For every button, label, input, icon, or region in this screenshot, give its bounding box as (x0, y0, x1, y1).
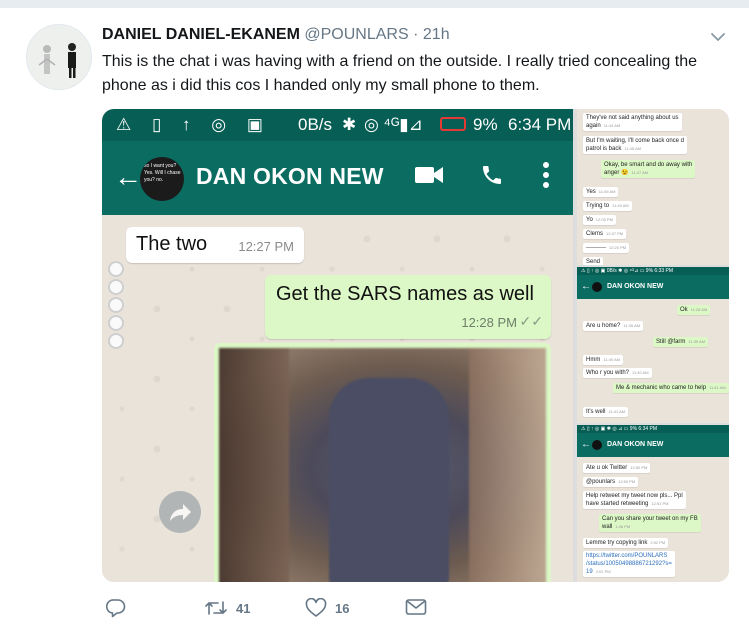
retweet-icon (204, 598, 228, 618)
list-item: Ate u ok Twitter 12:50 PM (583, 463, 651, 473)
list-item: Can you share your tweet on my FB wall 1:4… (599, 514, 701, 532)
status-clock: 6:34 PM (508, 115, 572, 134)
retweet-count: 41 (236, 600, 251, 616)
user-handle[interactable]: @POUNLARS (304, 26, 408, 43)
list-item: Who r you with? 11:40 AM (583, 368, 652, 378)
like-count: 16 (335, 600, 350, 616)
timeline-divider (0, 0, 749, 8)
list-item: Send (583, 257, 604, 265)
chevron-down-icon[interactable] (710, 30, 726, 44)
separator: · (413, 26, 419, 43)
list-item: They've not said anything about us again 1… (583, 113, 682, 131)
like-button[interactable]: 16 (305, 598, 349, 618)
list-item: Yo 12:05 PM (583, 215, 616, 225)
data-rate: 0B/s (298, 115, 333, 134)
list-item: Ok 11:28 AM (677, 305, 711, 315)
list-item: Help retweet my tweet now pls... Ppl have… (583, 491, 686, 509)
message-text: The two (136, 233, 208, 255)
video-call-icon[interactable] (415, 165, 443, 190)
envelope-icon (405, 598, 427, 616)
message-time: 12:27 PM (238, 239, 294, 254)
forward-icon[interactable] (159, 491, 201, 533)
list-item: @pounlars 12:50 PM (583, 477, 639, 487)
list-item: It's well 11:41 AM (583, 407, 629, 417)
contact-name: DAN OKON NEW (577, 275, 729, 299)
list-item[interactable]: https://twitter.com/POUNLARS/status/1005… (583, 551, 675, 577)
contact-name[interactable]: DAN OKON NEW (196, 163, 384, 190)
tweet-timestamp[interactable]: 21h (423, 26, 450, 43)
chat-screenshot-main[interactable]: ⚠ ▯ ↑ ◎ ▣ 0B/s ✱ ◎ ⁴ᴳ▮⊿ 9% 6:34 PM ← so … (102, 109, 573, 582)
direct-message-button[interactable] (405, 598, 427, 616)
avatar[interactable] (26, 24, 92, 90)
message-time: 12:28 PM (461, 315, 517, 330)
status-icons-left: ⚠ ▯ ↑ ◎ ▣ (116, 115, 271, 134)
chat-screenshot-strip-bottom[interactable]: ⚠ ▯ ↑ ◎ ▣ ✱ ◎ ⊿ ▭ 9% 6:34 PM DAN OKON NE… (577, 425, 729, 582)
read-receipt-icon: ✓✓ (519, 313, 543, 329)
battery-level: 9% (473, 115, 498, 134)
tweet-text: This is the chat i was having with a fri… (102, 53, 697, 94)
list-item: Trying to 11:49 AM (583, 201, 632, 211)
battery-icon (440, 117, 466, 131)
list-item: Hmm 11:40 AM (583, 355, 623, 365)
list-item: Lemme try copying link 2:02 PM (583, 538, 669, 548)
list-item: Clems 12:07 PM (583, 229, 627, 239)
back-arrow-icon[interactable]: ← (114, 161, 142, 193)
blurred-photo (219, 348, 546, 582)
phone-status-bar: ⚠ ▯ ↑ ◎ ▣ 0B/s ✱ ◎ ⁴ᴳ▮⊿ 9% 6:34 PM (102, 109, 573, 141)
heart-icon (305, 598, 327, 618)
reply-icon (106, 598, 126, 618)
chat-screenshot-strip-top[interactable]: They've not said anything about us again 1… (577, 109, 729, 265)
display-name[interactable]: DANIEL DANIEL-EKANEM (102, 26, 300, 43)
signal-icon: ◎ ⁴ᴳ▮⊿ (364, 115, 423, 134)
tweet-actions: 41 16 (0, 598, 749, 624)
message-text: Get the SARS names as well (276, 283, 534, 305)
chat-screenshot-strip-middle[interactable]: ⚠ ▯ ↑ ◎ ▣ 0B/s ✱ ◎ ⁴ᴳ⊿ ▭ 9% 6:33 PM DAN … (577, 267, 729, 423)
bluetooth-icon: ✱ (342, 115, 357, 134)
list-item: Me & mechanic who came to help 11:41 AM (613, 383, 729, 393)
list-item: Are u home? 11:39 AM (583, 321, 643, 331)
avatar-image (27, 25, 91, 89)
message-incoming: The two 12:27 PM (126, 227, 304, 263)
list-item: Still @farm 11:39 AM (653, 337, 709, 347)
tweet-media[interactable]: ⚠ ▯ ↑ ◎ ▣ 0B/s ✱ ◎ ⁴ᴳ▮⊿ 9% 6:34 PM ← so … (102, 109, 729, 582)
more-options-icon[interactable] (542, 161, 550, 194)
list-item: Okay, be smart and do away with anger 😉 11… (601, 160, 696, 178)
reply-button[interactable] (106, 598, 134, 618)
phone-call-icon[interactable] (480, 163, 504, 192)
message-outgoing: Get the SARS names as well 12:28 PM ✓✓ (265, 275, 551, 339)
list-item: ---------- 12:20 PM (583, 243, 630, 253)
message-photo[interactable] (214, 343, 551, 582)
contact-avatar[interactable]: so I want you? Yes. Will I chase you? no… (140, 157, 184, 201)
scroll-indicator (108, 261, 124, 351)
phone-status-bar: ⚠ ▯ ↑ ◎ ▣ ✱ ◎ ⊿ ▭ 9% 6:34 PM (577, 425, 729, 433)
list-item: But I'm waiting, I'll come back once d pa… (583, 136, 688, 154)
phone-status-bar: ⚠ ▯ ↑ ◎ ▣ 0B/s ✱ ◎ ⁴ᴳ⊿ ▭ 9% 6:33 PM (577, 267, 729, 275)
contact-name: DAN OKON NEW (577, 433, 729, 457)
list-item: Yes 11:49 AM (583, 187, 619, 197)
retweet-button[interactable]: 41 (204, 598, 250, 618)
chat-app-bar: ← so I want you? Yes. Will I chase you? … (102, 141, 573, 215)
tweet-header: DANIEL DANIEL-EKANEM @POUNLARS · 21h (102, 26, 450, 44)
